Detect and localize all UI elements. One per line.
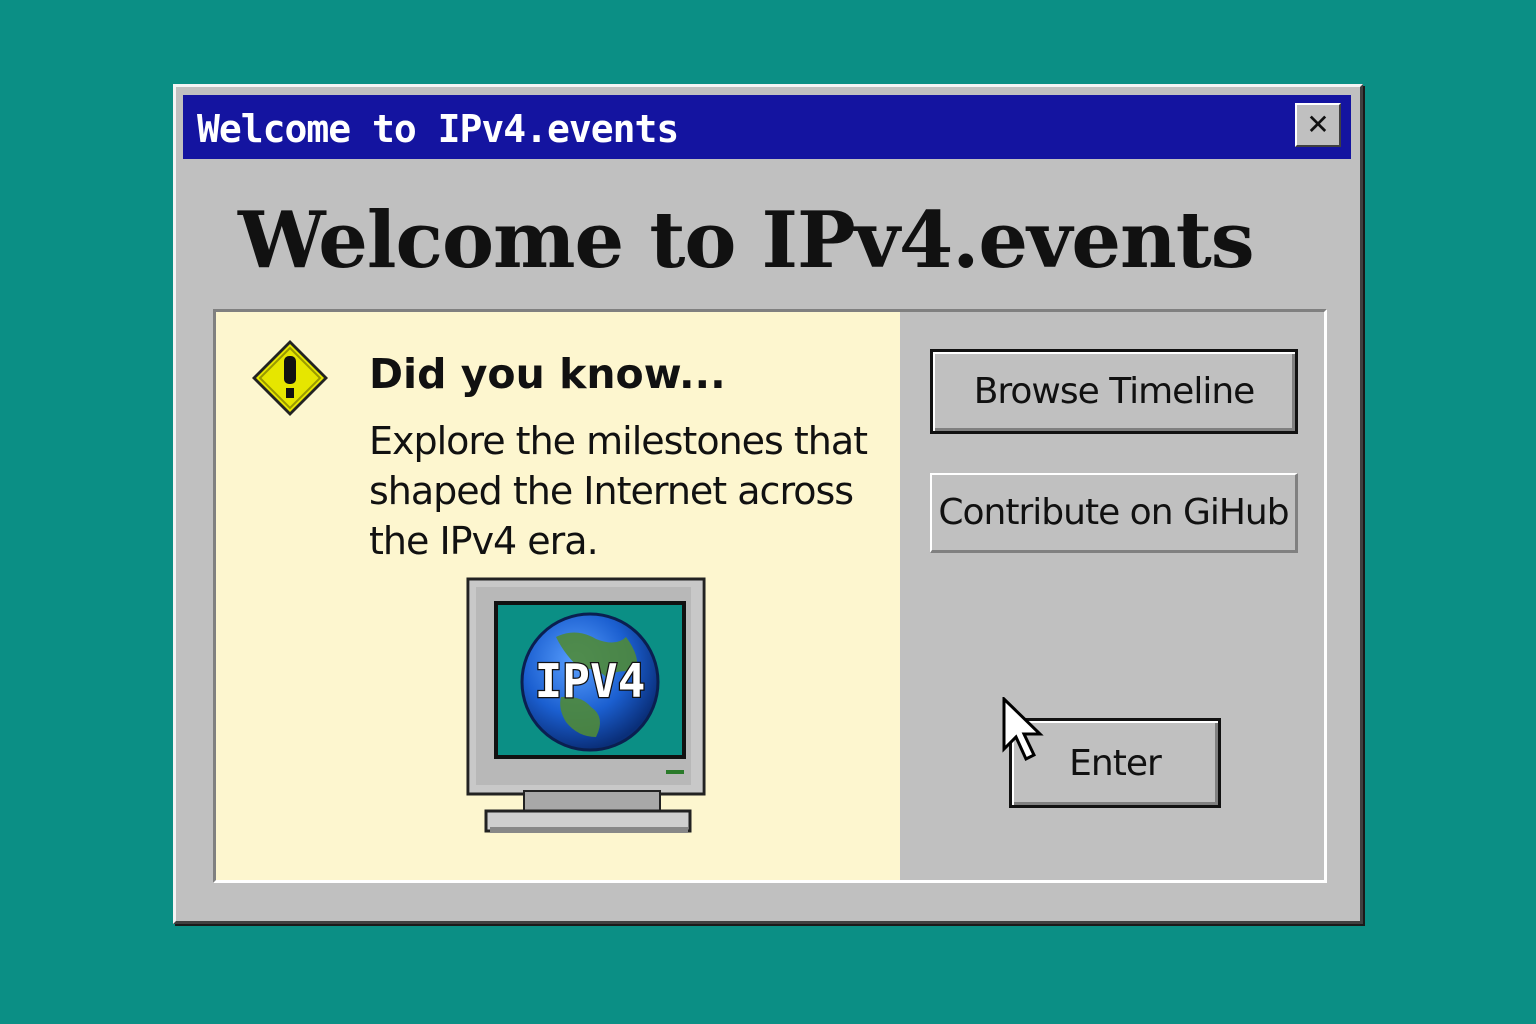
window-title: Welcome to IPv4.events	[197, 107, 679, 151]
warning-icon	[252, 340, 328, 416]
welcome-dialog: Welcome to IPv4.events ✕ Welcome to IPv4…	[173, 84, 1363, 924]
computer-monitor-globe-icon: IPV4	[466, 577, 706, 833]
content-panel: Did you know... Explore the milestones t…	[213, 309, 1327, 883]
contribute-github-button[interactable]: Contribute on GiHub	[930, 473, 1298, 553]
page-heading: Welcome to IPv4.events	[238, 195, 1255, 286]
close-icon: ✕	[1306, 109, 1330, 140]
globe-label: IPV4	[535, 654, 646, 708]
browse-timeline-button[interactable]: Browse Timeline	[930, 349, 1298, 434]
did-you-know-text: Explore the milestones that shaped the I…	[369, 419, 868, 563]
mouse-pointer-icon	[1002, 697, 1044, 762]
title-bar[interactable]: Welcome to IPv4.events ✕	[183, 95, 1351, 159]
did-you-know-panel: Did you know... Explore the milestones t…	[216, 312, 900, 880]
close-button[interactable]: ✕	[1295, 103, 1341, 147]
did-you-know-title: Did you know...	[369, 350, 726, 398]
